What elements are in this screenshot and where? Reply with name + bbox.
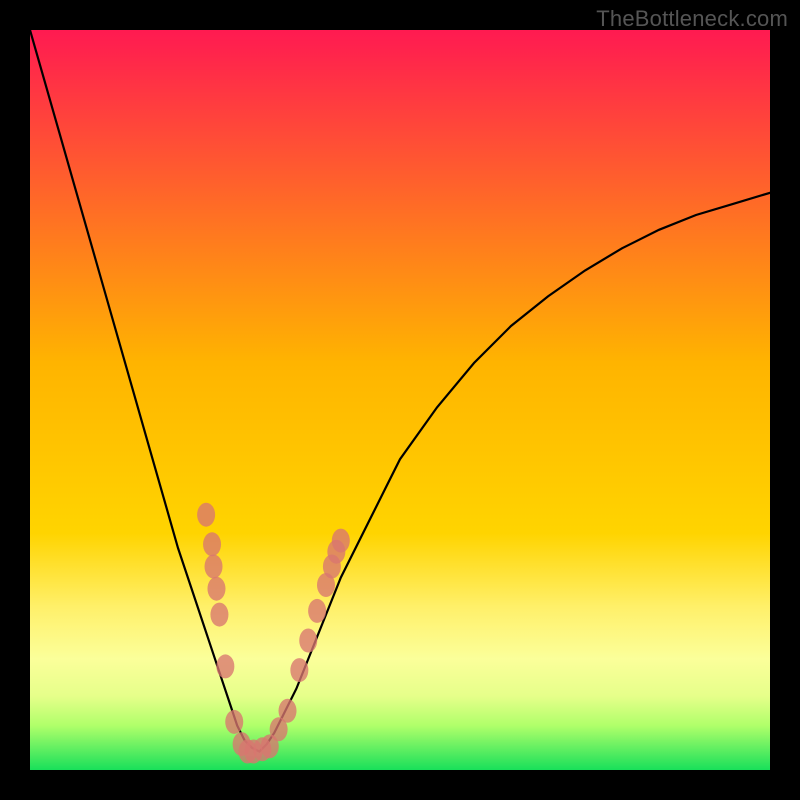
curve-marker bbox=[290, 658, 308, 682]
curve-marker bbox=[203, 532, 221, 556]
curve-marker bbox=[279, 699, 297, 723]
curve-marker bbox=[225, 710, 243, 734]
curve-marker bbox=[197, 503, 215, 527]
curve-marker bbox=[207, 577, 225, 601]
curve-marker bbox=[299, 629, 317, 653]
curve-marker bbox=[308, 599, 326, 623]
curve-marker bbox=[216, 654, 234, 678]
curve-marker bbox=[205, 555, 223, 579]
curve-marker bbox=[210, 603, 228, 627]
figure-root: TheBottleneck.com bbox=[0, 0, 800, 800]
gradient-background bbox=[30, 30, 770, 770]
plot-area bbox=[30, 30, 770, 770]
watermark-text: TheBottleneck.com bbox=[596, 6, 788, 32]
chart-canvas bbox=[30, 30, 770, 770]
curve-marker bbox=[332, 529, 350, 553]
